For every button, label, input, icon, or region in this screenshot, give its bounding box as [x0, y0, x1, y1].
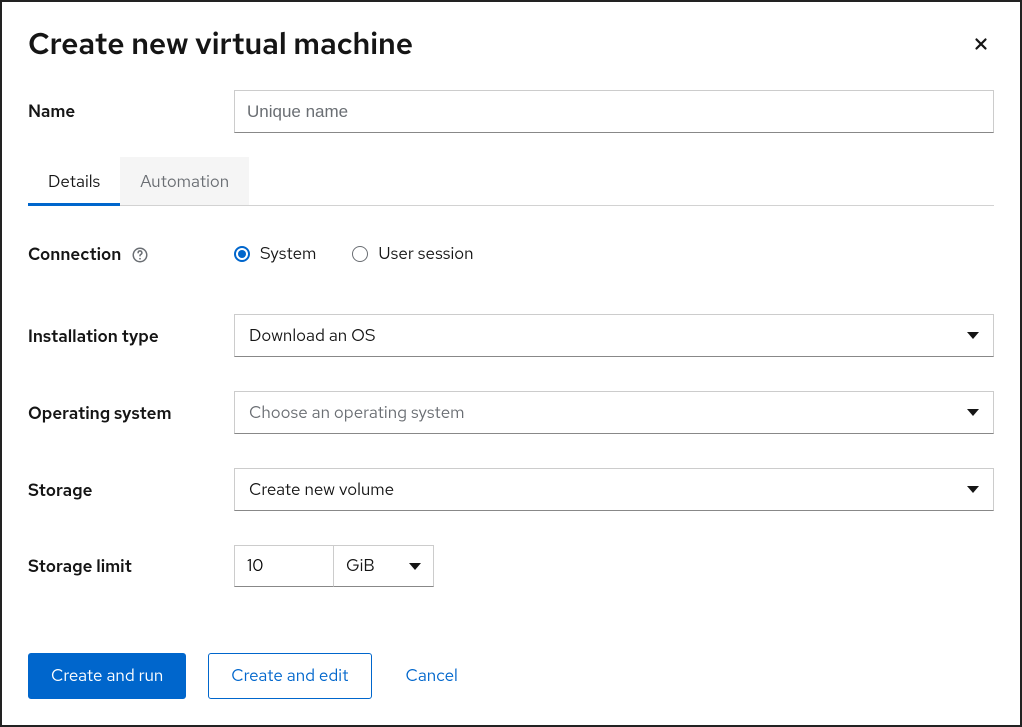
chevron-down-icon [409, 563, 421, 570]
name-label: Name [28, 101, 234, 123]
create-and-run-button[interactable]: Create and run [28, 653, 186, 699]
radio-label-system: System [260, 243, 316, 265]
connection-label: Connection [28, 242, 234, 266]
connection-row: Connection System User session [28, 242, 994, 266]
operating-system-placeholder: Choose an operating system [249, 402, 465, 424]
storage-limit-unit-select[interactable]: GiB [334, 545, 434, 587]
modal-body: Name Details Automation Connection [2, 74, 1020, 627]
create-and-edit-button[interactable]: Create and edit [208, 653, 371, 699]
connection-label-text: Connection [28, 244, 121, 266]
modal-footer: Create and run Create and edit Cancel [2, 627, 1020, 725]
installation-type-row: Installation type Download an OS [28, 314, 994, 357]
storage-select[interactable]: Create new volume [234, 468, 994, 511]
radio-unchecked-icon [352, 246, 368, 262]
storage-limit-row: Storage limit GiB [28, 545, 994, 587]
help-icon[interactable] [131, 246, 149, 264]
installation-type-label: Installation type [28, 324, 234, 348]
storage-row: Storage Create new volume [28, 468, 994, 511]
connection-radio-group: System User session [234, 243, 994, 265]
operating-system-label: Operating system [28, 401, 234, 425]
modal-header: Create new virtual machine [2, 2, 1020, 74]
tab-automation[interactable]: Automation [120, 157, 249, 205]
cancel-button[interactable]: Cancel [394, 654, 470, 698]
radio-label-user-session: User session [378, 243, 473, 265]
storage-value: Create new volume [249, 479, 394, 501]
storage-limit-unit-value: GiB [346, 555, 375, 577]
connection-radio-user-session[interactable]: User session [352, 243, 473, 265]
operating-system-row: Operating system Choose an operating sys… [28, 391, 994, 434]
tabs: Details Automation [28, 157, 994, 206]
name-input[interactable] [234, 90, 994, 133]
storage-limit-group: GiB [234, 545, 994, 587]
installation-type-value: Download an OS [249, 325, 376, 347]
radio-checked-icon [234, 246, 250, 262]
create-vm-modal: Create new virtual machine Name Details … [0, 0, 1022, 727]
chevron-down-icon [967, 409, 979, 416]
connection-radio-system[interactable]: System [234, 243, 316, 265]
chevron-down-icon [967, 486, 979, 493]
storage-limit-input[interactable] [234, 545, 334, 587]
installation-type-select[interactable]: Download an OS [234, 314, 994, 357]
operating-system-select[interactable]: Choose an operating system [234, 391, 994, 434]
chevron-down-icon [967, 332, 979, 339]
storage-limit-label: Storage limit [28, 554, 234, 578]
close-button[interactable] [968, 31, 994, 57]
modal-title: Create new virtual machine [28, 24, 413, 64]
name-row: Name [28, 90, 994, 133]
storage-label: Storage [28, 478, 234, 502]
tab-details[interactable]: Details [28, 157, 120, 205]
